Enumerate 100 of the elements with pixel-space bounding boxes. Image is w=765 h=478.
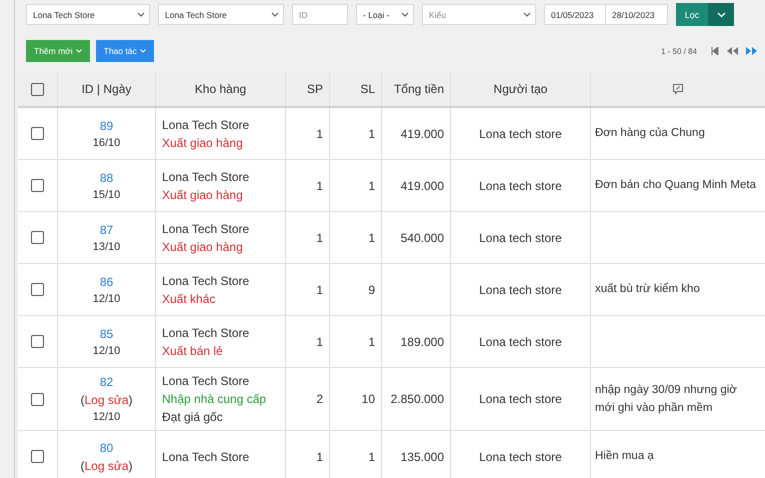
chevron-down-icon (76, 49, 82, 53)
creator-name: Lona tech store (479, 126, 562, 140)
parenthesis: ) (128, 458, 133, 472)
creator-name: Lona tech store (479, 392, 562, 406)
edit-log-link[interactable]: Log sửa (84, 458, 129, 472)
row-checkbox[interactable] (31, 335, 44, 348)
quantity: 1 (368, 178, 375, 192)
creator-name: Lona tech store (479, 282, 562, 296)
column-header: ID | Ngày (58, 72, 156, 106)
parenthesis: ( (80, 458, 84, 472)
total-amount: 189.000 (400, 334, 444, 348)
next-page-icon[interactable] (746, 47, 757, 55)
transaction-type: Xuất khác (162, 292, 216, 306)
add-new-button[interactable]: Thêm mới (26, 40, 90, 62)
order-id-link[interactable]: 87 (100, 222, 114, 236)
chevron-down-icon (137, 12, 145, 17)
creator-name: Lona tech store (479, 450, 562, 464)
total-amount: 135.000 (400, 450, 444, 464)
order-note: xuất bù trừ kiểm kho (595, 282, 700, 298)
store-select[interactable]: Lona Tech Store (26, 4, 150, 25)
row-checkbox[interactable] (31, 127, 44, 140)
store-name: Lona Tech Store (162, 450, 250, 464)
quantity: 1 (368, 334, 375, 348)
parenthesis: ( (80, 393, 84, 407)
store-name: Lona Tech Store (162, 170, 250, 184)
row-checkbox[interactable] (31, 450, 44, 463)
transaction-type: Xuất giao hàng (162, 136, 243, 150)
creator-name: Lona tech store (479, 334, 562, 348)
product-count: 1 (316, 334, 323, 348)
product-count: 2 (316, 392, 323, 406)
transaction-type: Xuất giao hàng (162, 240, 243, 254)
store-name: Lona Tech Store (162, 326, 250, 340)
row-checkbox[interactable] (31, 179, 44, 192)
column-header: SP (286, 72, 330, 106)
product-count: 1 (316, 126, 323, 140)
parenthesis: ) (128, 393, 133, 407)
creator-name: Lona tech store (479, 230, 562, 244)
filter-button[interactable]: Lọc (676, 3, 708, 26)
chevron-down-icon (401, 12, 409, 17)
row-checkbox[interactable] (31, 283, 44, 296)
id-field[interactable]: ID (292, 4, 348, 25)
kind-select[interactable]: Kiểu (422, 4, 536, 25)
date-text: 12/10 (92, 411, 120, 423)
store-name: Lona Tech Store (162, 274, 250, 288)
order-id-link[interactable]: 82 (100, 375, 114, 389)
date-text: 13/10 (92, 240, 120, 252)
chevron-down-icon (716, 12, 726, 18)
transaction-type: Nhập nhà cung cấp (162, 392, 266, 406)
date-text: 15/10 (92, 188, 120, 200)
chevron-down-icon (140, 49, 146, 53)
quantity: 9 (368, 282, 375, 296)
quantity: 1 (368, 450, 375, 464)
store-select[interactable]: Lona Tech Store (158, 4, 284, 25)
store-name: Lona Tech Store (162, 374, 250, 388)
date-text: 12/10 (92, 292, 120, 304)
store-name: Lona Tech Store (162, 118, 250, 132)
chevron-down-icon (271, 12, 279, 17)
order-note: nhập ngày 30/09 nhưng giờ mới ghi vào phần mềm (595, 382, 738, 416)
date-to-field[interactable]: 28/10/2023 (606, 4, 668, 25)
previous-page-icon[interactable] (727, 47, 738, 55)
order-id-link[interactable]: 86 (100, 274, 114, 288)
total-amount: 419.000 (400, 178, 444, 192)
chevron-down-icon (523, 12, 531, 17)
type-select[interactable]: - Loại - (356, 4, 414, 25)
product-count: 1 (316, 178, 323, 192)
quantity: 10 (362, 392, 375, 406)
order-note: Đơn bán cho Quang Minh Meta (595, 178, 756, 194)
order-note: Đơn hàng của Chung (595, 126, 705, 142)
first-page-icon[interactable] (711, 47, 719, 55)
select-all-checkbox[interactable] (31, 82, 44, 96)
row-checkbox[interactable] (31, 231, 44, 244)
total-amount: 2.850.000 (390, 392, 444, 406)
date-text: 16/10 (92, 136, 120, 148)
creator-name: Lona tech store (479, 178, 562, 192)
product-count: 1 (316, 282, 323, 296)
edit-log-link[interactable]: Log sửa (84, 393, 129, 407)
price-note: Đạt giá gốc (162, 410, 223, 424)
row-checkbox[interactable] (31, 392, 44, 406)
transaction-type: Xuất bán lẻ (162, 344, 223, 358)
total-amount: 419.000 (400, 126, 444, 140)
quantity: 1 (368, 230, 375, 244)
quantity: 1 (368, 126, 375, 140)
column-header: SL (330, 72, 382, 106)
order-id-link[interactable]: 88 (100, 170, 114, 184)
column-header: Tổng tiền (382, 72, 451, 106)
order-id-link[interactable]: 80 (100, 440, 114, 454)
actions-button[interactable]: Thao tác (96, 40, 154, 62)
comment-icon (672, 83, 684, 95)
pagination-text: 1 - 50 / 84 (660, 46, 697, 56)
order-id-link[interactable]: 89 (100, 118, 114, 132)
store-name: Lona Tech Store (162, 222, 250, 236)
order-id-link[interactable]: 85 (100, 326, 114, 340)
transaction-type: Xuất giao hàng (162, 188, 243, 202)
date-text: 12/10 (92, 344, 120, 356)
order-note: Hiền mua ạ (595, 449, 654, 464)
product-count: 1 (316, 450, 323, 464)
column-header: Người tạo (451, 72, 591, 106)
total-amount: 540.000 (400, 230, 444, 244)
product-count: 1 (316, 230, 323, 244)
date-from-field[interactable]: 01/05/2023 (544, 4, 606, 25)
